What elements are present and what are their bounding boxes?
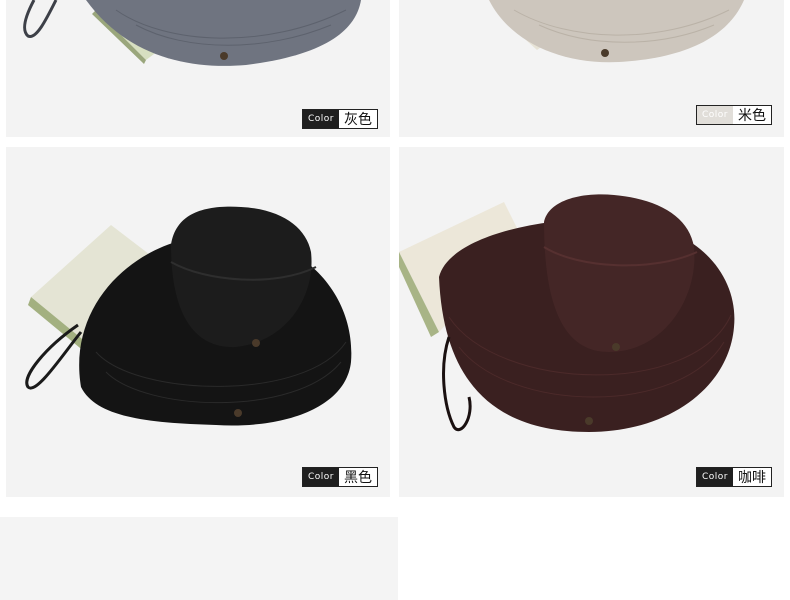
black-hat-panel: Color 黑色 xyxy=(6,147,390,497)
beige-color-label: Color 米色 xyxy=(696,105,772,125)
color-name: 黑色 xyxy=(344,470,372,486)
color-tag: Color xyxy=(697,106,733,124)
coffee-hat-panel: Color 咖啡 xyxy=(399,147,784,497)
color-name: 咖啡 xyxy=(738,470,766,486)
coffee-hat-image xyxy=(399,194,735,432)
color-tag: Color xyxy=(303,468,339,486)
next-product-panel xyxy=(0,517,398,600)
color-name: 灰色 xyxy=(344,112,372,128)
black-hat-image xyxy=(25,206,352,426)
color-tag: Color xyxy=(303,110,339,128)
gray-hat-panel: Color 灰色 xyxy=(6,0,390,137)
coffee-color-label: Color 咖啡 xyxy=(696,467,772,487)
gray-color-label: Color 灰色 xyxy=(302,109,378,129)
color-tag: Color xyxy=(697,468,733,486)
black-color-label: Color 黑色 xyxy=(302,467,378,487)
beige-hat-panel: Color 米色 xyxy=(399,0,784,137)
color-name: 米色 xyxy=(738,108,766,124)
product-color-gallery: Color 灰色 Color 米色 Color 黑色 Color 咖啡 xyxy=(0,0,790,600)
